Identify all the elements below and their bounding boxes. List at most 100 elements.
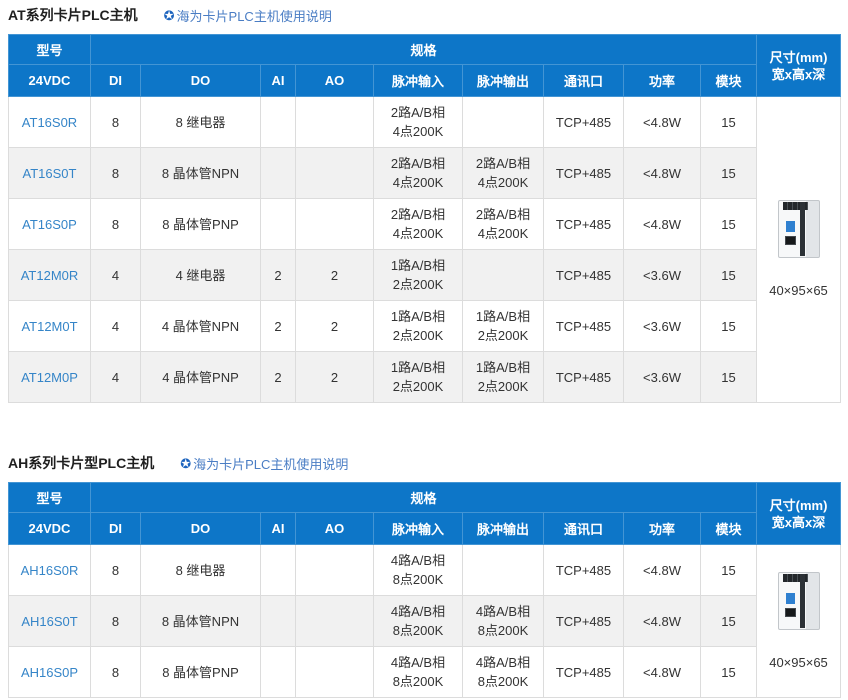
cell-power: <4.8W xyxy=(624,596,701,647)
header-model: 型号 xyxy=(9,35,91,65)
cell-ai xyxy=(261,199,296,250)
usage-doc-link[interactable]: ✪ 海为卡片PLC主机使用说明 xyxy=(180,454,348,473)
cell-comm: TCP+485 xyxy=(544,301,624,352)
cell-pulse-out xyxy=(463,545,544,596)
header-size-line2: 宽x高x深 xyxy=(757,514,840,531)
model-link[interactable]: AT16S0P xyxy=(22,217,77,232)
cell-ao xyxy=(296,97,374,148)
header-do: DO xyxy=(141,513,261,545)
cell-di: 8 xyxy=(91,647,141,698)
cell-ao: 2 xyxy=(296,250,374,301)
cell-comm: TCP+485 xyxy=(544,250,624,301)
circled-star-icon: ✪ xyxy=(164,9,175,22)
cell-do: 8 晶体管PNP xyxy=(141,647,261,698)
model-link[interactable]: AT16S0T xyxy=(23,166,77,181)
cell-di: 4 xyxy=(91,352,141,403)
cell-di: 8 xyxy=(91,148,141,199)
cell-module: 15 xyxy=(701,250,757,301)
model-link[interactable]: AT16S0R xyxy=(22,115,77,130)
table-body: AT16S0R88 继电器2路A/B相 4点200KTCP+485<4.8W15… xyxy=(9,97,841,403)
cell-pulse-in: 2路A/B相 4点200K xyxy=(374,97,463,148)
table-row: AT12M0P44 晶体管PNP221路A/B相 2点200K1路A/B相 2点… xyxy=(9,352,841,403)
table-row: AT16S0P 88 晶体管PNP 2路A/B相 4点200K2路A/B相 4点20… xyxy=(9,199,841,250)
cell-ao xyxy=(296,148,374,199)
cell-comm: TCP+485 xyxy=(544,97,624,148)
cell-size: 40×95×65 xyxy=(757,545,841,698)
cell-module: 15 xyxy=(701,97,757,148)
cell-model: AT16S0T xyxy=(9,148,91,199)
usage-doc-link-label: 海为卡片PLC主机使用说明 xyxy=(193,454,348,473)
cell-di: 8 xyxy=(91,97,141,148)
header-pulse-out: 脉冲输出 xyxy=(463,513,544,545)
cell-do: 8 晶体管PNP xyxy=(141,199,261,250)
cell-power: <3.6W xyxy=(624,301,701,352)
cell-do: 8 晶体管NPN xyxy=(141,148,261,199)
header-ai: AI xyxy=(261,65,296,97)
cell-pulse-in: 4路A/B相 8点200K xyxy=(374,596,463,647)
spec-table-at: 型号 规格 尺寸(mm) 宽x高x深 24VDC DI DO AI AO 脉冲输… xyxy=(8,34,841,403)
cell-do: 4 继电器 xyxy=(141,250,261,301)
cell-pulse-out: 2路A/B相 4点200K xyxy=(463,148,544,199)
cell-ai xyxy=(261,97,296,148)
cell-comm: TCP+485 xyxy=(544,596,624,647)
model-link[interactable]: AT12M0P xyxy=(21,370,78,385)
plc-blue-label xyxy=(786,593,795,604)
header-spec: 规格 xyxy=(91,35,757,65)
page-content: AT系列卡片PLC主机 ✪ 海为卡片PLC主机使用说明 型号 规格 尺寸(mm)… xyxy=(0,0,848,698)
header-comm: 通讯口 xyxy=(544,513,624,545)
cell-power: <3.6W xyxy=(624,352,701,403)
cell-di: 8 xyxy=(91,199,141,250)
model-link[interactable]: AH16S0R xyxy=(21,563,79,578)
cell-pulse-in: 4路A/B相 8点200K xyxy=(374,545,463,596)
model-link[interactable]: AH16S0P xyxy=(21,665,78,680)
usage-doc-link[interactable]: ✪ 海为卡片PLC主机使用说明 xyxy=(164,6,332,25)
plc-port xyxy=(785,608,796,617)
size-label: 40×95×65 xyxy=(759,655,838,671)
cell-pulse-out xyxy=(463,250,544,301)
cell-ai: 2 xyxy=(261,250,296,301)
model-link[interactable]: AH16S0T xyxy=(21,614,77,629)
cell-module: 15 xyxy=(701,301,757,352)
plc-product-image xyxy=(778,572,820,630)
cell-model: AT16S0R xyxy=(9,97,91,148)
cell-ao: 2 xyxy=(296,301,374,352)
cell-pulse-in: 2路A/B相 4点200K xyxy=(374,199,463,250)
cell-comm: TCP+485 xyxy=(544,647,624,698)
cell-pulse-in: 1路A/B相 2点200K xyxy=(374,352,463,403)
cell-power: <4.8W xyxy=(624,199,701,250)
cell-power: <4.8W xyxy=(624,97,701,148)
header-size-line1: 尺寸(mm) xyxy=(757,49,840,66)
cell-power: <3.6W xyxy=(624,250,701,301)
circled-star-icon: ✪ xyxy=(180,457,191,470)
cell-model: AT16S0P xyxy=(9,199,91,250)
model-link[interactable]: AT12M0R xyxy=(21,268,79,283)
model-link[interactable]: AT12M0T xyxy=(21,319,77,334)
header-module: 模块 xyxy=(701,65,757,97)
cell-module: 15 xyxy=(701,199,757,250)
table-row: AH16S0T88 晶体管NPN4路A/B相 8点200K4路A/B相 8点20… xyxy=(9,596,841,647)
cell-model: AT12M0T xyxy=(9,301,91,352)
cell-model: AH16S0R xyxy=(9,545,91,596)
header-size: 尺寸(mm) 宽x高x深 xyxy=(757,35,841,97)
cell-do: 4 晶体管NPN xyxy=(141,301,261,352)
header-24vdc: 24VDC xyxy=(9,65,91,97)
table-row: AH16S0P88 晶体管PNP4路A/B相 8点200K4路A/B相 8点20… xyxy=(9,647,841,698)
cell-pulse-out: 1路A/B相 2点200K xyxy=(463,352,544,403)
cell-ao xyxy=(296,647,374,698)
cell-size: 40×95×65 xyxy=(757,97,841,403)
cell-comm: TCP+485 xyxy=(544,352,624,403)
header-size: 尺寸(mm) 宽x高x深 xyxy=(757,483,841,545)
cell-ao xyxy=(296,545,374,596)
cell-pulse-out: 2路A/B相 4点200K xyxy=(463,199,544,250)
cell-pulse-out xyxy=(463,97,544,148)
header-power: 功率 xyxy=(624,65,701,97)
header-pulse-in: 脉冲输入 xyxy=(374,65,463,97)
cell-ao xyxy=(296,596,374,647)
section-ah-series: AH系列卡片型PLC主机 ✪ 海为卡片PLC主机使用说明 型号 规格 尺寸(mm… xyxy=(8,453,840,698)
header-24vdc: 24VDC xyxy=(9,513,91,545)
cell-comm: TCP+485 xyxy=(544,545,624,596)
spec-table-ah: 型号 规格 尺寸(mm) 宽x高x深 24VDC DI DO AI AO 脉冲输… xyxy=(8,482,841,698)
cell-model: AH16S0T xyxy=(9,596,91,647)
header-ai: AI xyxy=(261,513,296,545)
cell-power: <4.8W xyxy=(624,148,701,199)
